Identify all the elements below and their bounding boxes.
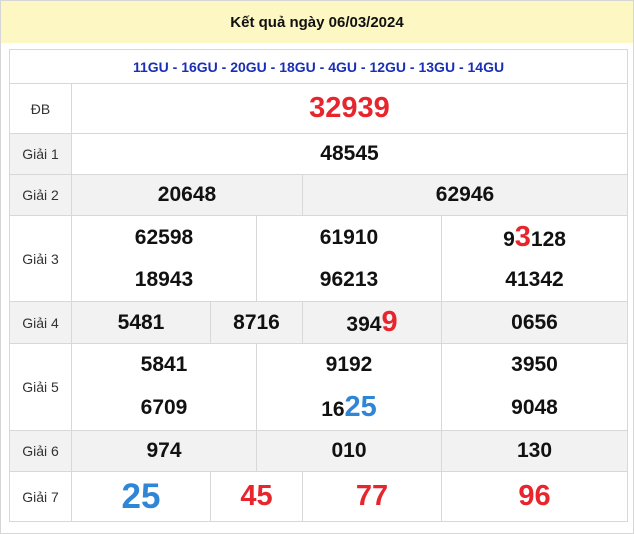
prize-label-5: Giải 5	[9, 343, 72, 431]
prize-5-value: 9048	[440, 385, 629, 431]
prize-label-7: Giải 7	[9, 471, 72, 522]
prize-7-value: 45	[210, 471, 303, 522]
prize-label-db: ĐB	[9, 83, 72, 134]
prize-7-value: 96	[440, 471, 629, 522]
highlight-digit: 3	[514, 221, 531, 254]
prize-4-value: 8716	[210, 301, 303, 344]
prize-5-value: 6709	[71, 385, 257, 431]
prize-3-value: 41342	[440, 259, 629, 302]
prize-label-3: Giải 3	[9, 215, 72, 302]
prize-5-value: 5841	[71, 343, 257, 386]
prize-5-value: 9192	[256, 343, 442, 386]
prize-3-value: 18943	[71, 259, 257, 302]
prize-6-value: 974	[71, 430, 257, 472]
prize-label-4: Giải 4	[9, 301, 72, 344]
prize-digits: 394	[346, 313, 382, 336]
prize-7-value: 25	[71, 471, 211, 522]
prize-digits: 9	[503, 228, 515, 252]
prize-label-1: Giải 1	[9, 133, 72, 175]
prize-6-value: 010	[256, 430, 442, 472]
prize-3-value: 96213	[256, 259, 442, 302]
prize-3-value: 62598	[71, 215, 257, 260]
special-codes: 11GU - 16GU - 20GU - 18GU - 4GU - 12GU -…	[8, 49, 629, 84]
prize-5-value: 3950	[440, 343, 629, 386]
prize-db-value: 32939	[70, 83, 629, 134]
prize-4-value: 0656	[440, 301, 629, 344]
prize-2-value: 62946	[301, 174, 629, 216]
prize-5-value: 1625	[256, 385, 442, 431]
prize-7-value: 77	[302, 471, 442, 522]
prize-3-value: 61910	[256, 215, 442, 260]
results-title: Kết quả ngày 06/03/2024	[1, 1, 633, 43]
prize-label-6: Giải 6	[9, 430, 72, 472]
prize-digits: 16	[321, 398, 345, 422]
highlight-digit: 25	[344, 391, 377, 424]
prize-digits: 128	[530, 228, 566, 252]
prize-label-2: Giải 2	[9, 174, 72, 216]
prize-4-value: 3949	[302, 301, 442, 344]
highlight-digit: 9	[381, 306, 398, 338]
results-table: 11GU - 16GU - 20GU - 18GU - 4GU - 12GU -…	[8, 49, 629, 522]
prize-2-value: 20648	[71, 174, 303, 216]
prize-1-value: 48545	[70, 133, 629, 175]
prize-3-value: 93128	[440, 215, 629, 260]
results-panel: Kết quả ngày 06/03/2024 11GU - 16GU - 20…	[0, 0, 634, 534]
prize-4-value: 5481	[71, 301, 211, 344]
prize-6-value: 130	[440, 430, 629, 472]
